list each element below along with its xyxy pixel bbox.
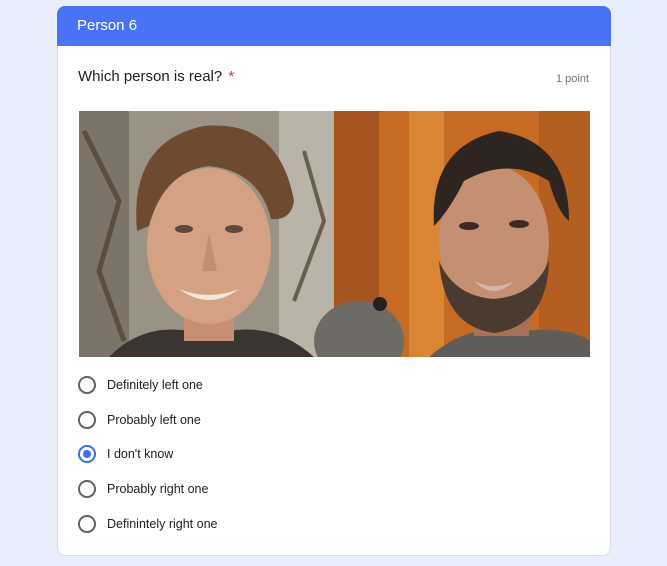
required-marker: * <box>228 68 235 85</box>
answer-options: Definitely left one Probably left one I … <box>78 368 217 541</box>
radio-button-icon[interactable] <box>78 376 96 395</box>
option-label: Definintely right one <box>107 516 218 531</box>
right-face-photo-icon <box>314 111 590 357</box>
option-probably-right[interactable]: Probably right one <box>78 472 217 507</box>
radio-button-icon[interactable] <box>78 514 96 533</box>
section-header: Person 6 <box>57 6 611 46</box>
question-text: Which person is real? <box>78 68 223 85</box>
question-card: Which person is real? * 1 point Definite… <box>57 46 611 556</box>
option-probably-left[interactable]: Probably left one <box>78 403 217 438</box>
radio-button-icon[interactable] <box>78 480 96 499</box>
left-face-photo-icon <box>79 111 334 357</box>
section-title: Person 6 <box>77 17 138 34</box>
radio-button-icon[interactable] <box>78 410 96 429</box>
option-label: Definitely left one <box>107 378 203 393</box>
option-dont-know[interactable]: I don't know <box>78 437 217 472</box>
option-definitely-right[interactable]: Definintely right one <box>78 506 217 541</box>
question-image <box>79 111 590 357</box>
option-label: Probably right one <box>107 482 209 497</box>
radio-button-selected-icon[interactable] <box>78 445 96 464</box>
question-title: Which person is real? * <box>78 68 234 85</box>
points-label: 1 point <box>555 73 589 85</box>
option-label: I don't know <box>107 447 174 462</box>
option-definitely-left[interactable]: Definitely left one <box>78 368 217 403</box>
option-label: Probably left one <box>107 412 201 427</box>
